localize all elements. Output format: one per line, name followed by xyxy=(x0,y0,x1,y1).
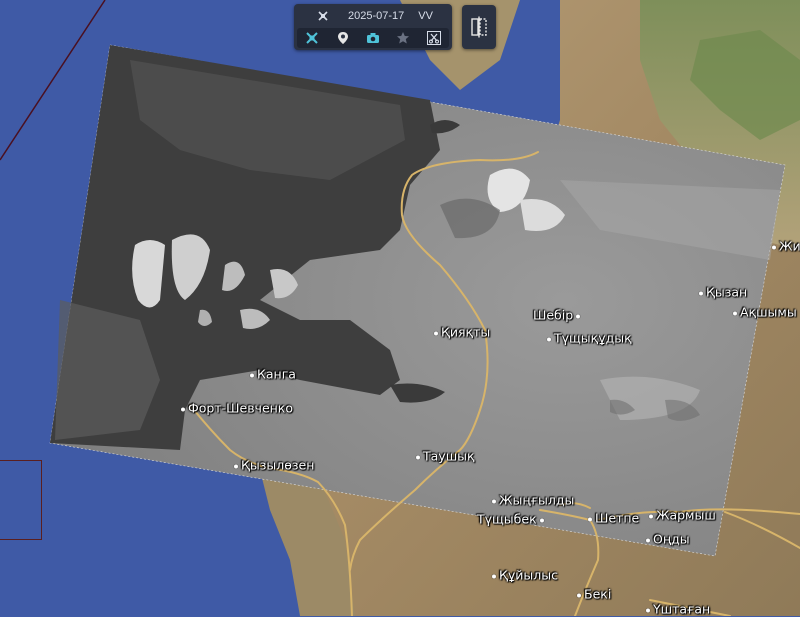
satellite-tool-button[interactable] xyxy=(303,29,321,47)
place-dot xyxy=(250,373,254,377)
pin-tool-button[interactable] xyxy=(334,29,352,47)
place-dot xyxy=(539,518,544,522)
compare-split-button[interactable] xyxy=(462,5,496,49)
camera-icon xyxy=(366,33,379,43)
place-dot xyxy=(649,514,653,518)
star-icon xyxy=(397,32,410,44)
place-dot xyxy=(234,464,238,468)
place-dot xyxy=(416,455,420,459)
pin-icon xyxy=(337,32,348,44)
place-label-akshymy[interactable]: Ақшымы xyxy=(733,305,797,320)
place-label-kyzylozen[interactable]: Қызылөзен xyxy=(234,458,314,473)
toolbar-actions-row xyxy=(297,28,449,48)
place-label-shetpe[interactable]: Шетпе xyxy=(588,511,639,526)
scissors-icon xyxy=(426,31,441,45)
place-dot xyxy=(547,337,551,341)
place-label-kuiylys[interactable]: Құйылыс xyxy=(492,568,558,583)
polarization-label[interactable]: VV xyxy=(418,10,433,22)
clip-tool-button[interactable] xyxy=(425,29,443,47)
place-dot xyxy=(576,314,581,318)
island-1 xyxy=(132,240,165,308)
place-label-kanga[interactable]: Канга xyxy=(250,367,296,382)
place-label-kyzan[interactable]: Қызан xyxy=(699,285,747,300)
favorite-tool-button[interactable] xyxy=(394,29,412,47)
place-dot xyxy=(434,331,438,335)
place-dot xyxy=(646,608,650,612)
place-dot xyxy=(492,574,496,578)
place-label-ondy[interactable]: Оңды xyxy=(646,532,690,547)
place-dot xyxy=(699,291,703,295)
place-label-taushyk[interactable]: Таушық xyxy=(416,449,475,464)
place-dot xyxy=(181,407,185,411)
place-dot xyxy=(646,538,650,542)
place-label-fort-shevchenko[interactable]: Форт-Шевченко xyxy=(181,401,293,416)
acquisition-date[interactable]: 2025-07-17 xyxy=(348,10,404,22)
place-dot xyxy=(772,245,776,249)
camera-tool-button[interactable] xyxy=(364,29,382,47)
selection-rectangle[interactable] xyxy=(0,460,42,540)
place-dot xyxy=(492,499,496,503)
place-label-zhyngyldy[interactable]: Жыңғылды xyxy=(492,493,574,508)
place-dot xyxy=(588,517,592,521)
place-label-zhi[interactable]: Жи xyxy=(772,239,800,254)
place-label-zharmysh[interactable]: Жармыш xyxy=(649,508,716,523)
map-canvas[interactable] xyxy=(0,0,800,616)
place-dot xyxy=(577,593,581,597)
satellite-icon xyxy=(314,7,332,25)
imagery-toolbar: 2025-07-17 VV xyxy=(294,4,452,50)
satellite-icon xyxy=(306,32,318,44)
place-label-shebir[interactable]: Шебір xyxy=(533,308,583,323)
toolbar-info-row: 2025-07-17 VV xyxy=(294,6,452,26)
place-label-ushtagan[interactable]: Үштаған xyxy=(646,602,710,617)
place-label-tushchykudyk[interactable]: Түщықұдық xyxy=(547,331,632,346)
place-dot xyxy=(733,311,737,315)
place-label-kiyakty[interactable]: Қияқты xyxy=(434,325,490,340)
compare-split-icon xyxy=(471,16,487,38)
place-label-beki[interactable]: Бекі xyxy=(577,587,611,602)
place-label-tushchybek[interactable]: Түщыбек xyxy=(477,512,547,527)
